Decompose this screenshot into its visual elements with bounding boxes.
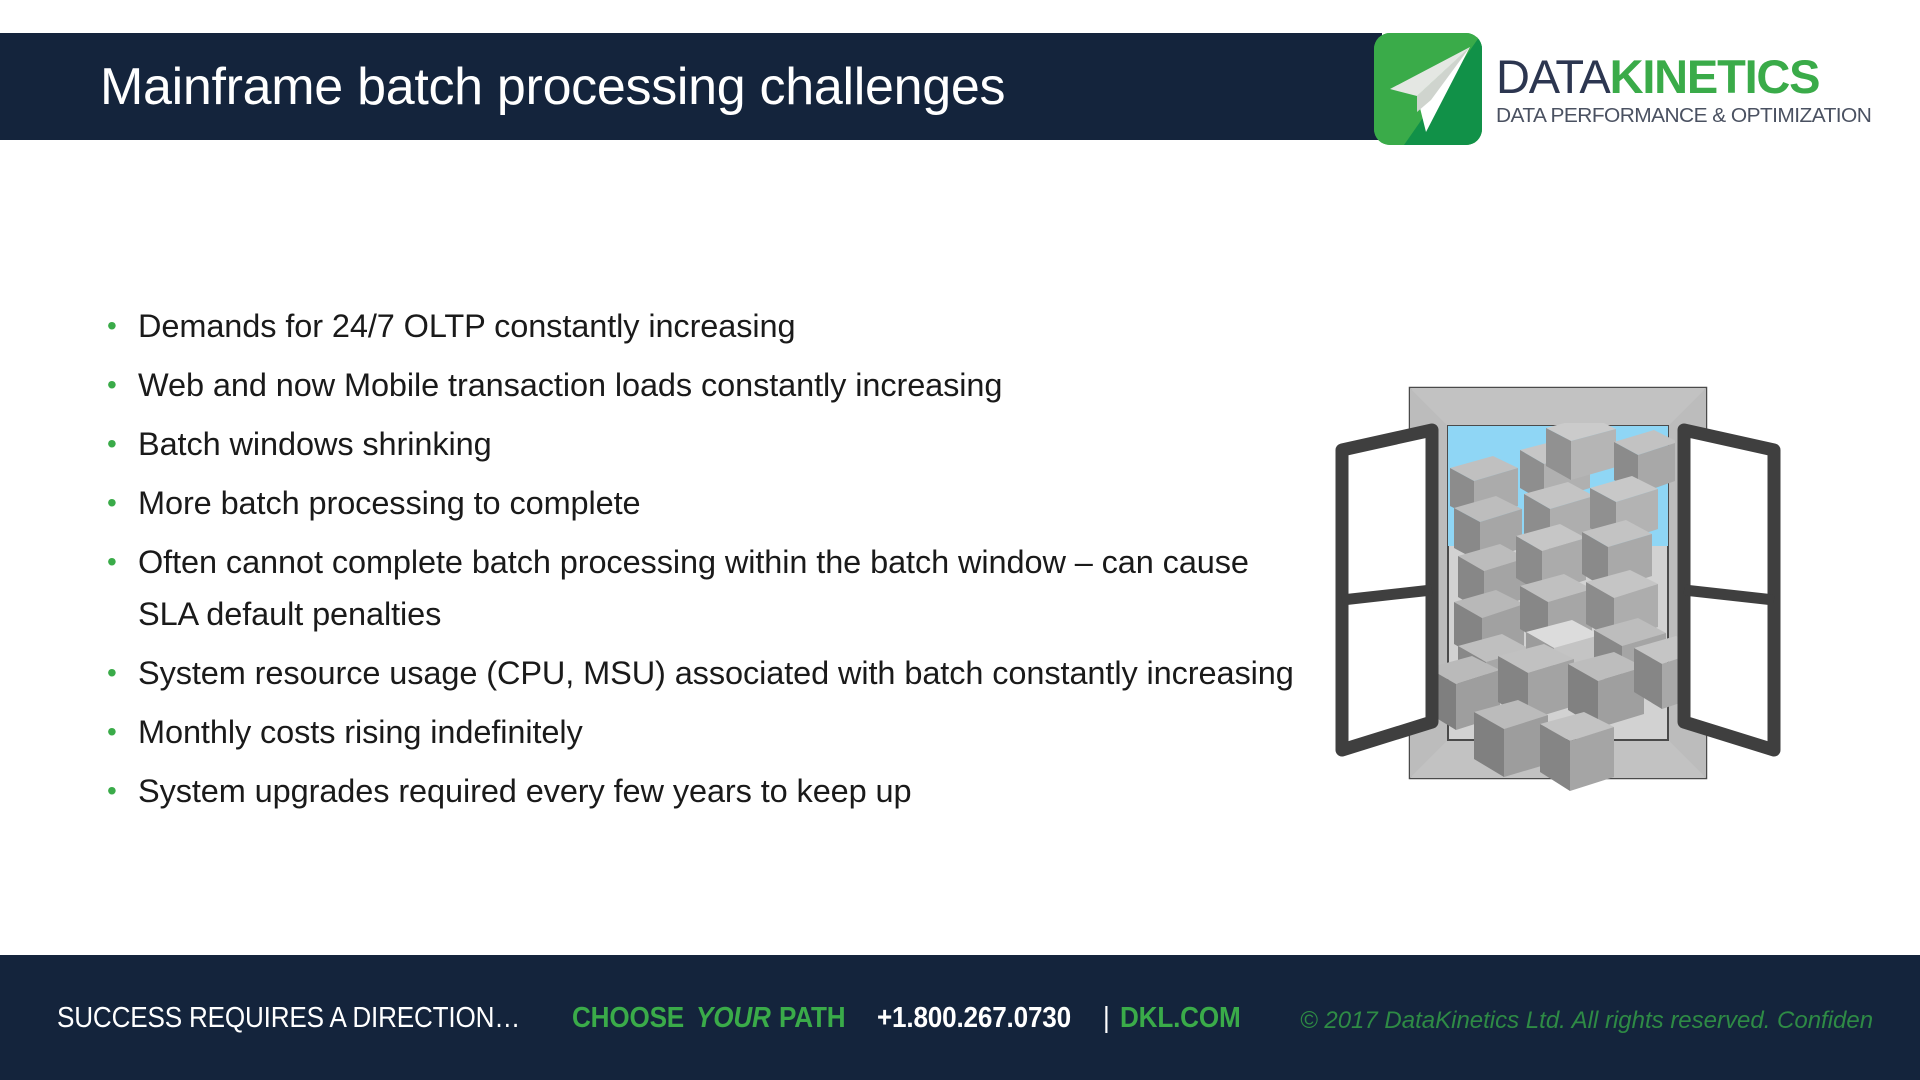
bullet-dot-icon: • (107, 310, 117, 341)
slide-canvas: Mainframe batch processing challenges DA… (0, 0, 1920, 1080)
bullet-dot-icon: • (107, 657, 117, 688)
logo-word-row: DATAKINETICS (1496, 53, 1916, 100)
brand-logo: DATAKINETICS DATA PERFORMANCE & OPTIMIZA… (1374, 33, 1920, 145)
footer-tagline: SUCCESS REQUIRES A DIRECTION… (57, 1002, 521, 1034)
logo-word-data: DATA (1496, 50, 1611, 103)
list-item-text: Batch windows shrinking (138, 426, 492, 462)
bullet-dot-icon: • (107, 716, 117, 747)
list-item: • Batch windows shrinking (100, 418, 1315, 470)
bullet-dot-icon: • (107, 775, 117, 806)
bullet-list: • Demands for 24/7 OLTP constantly incre… (100, 300, 1315, 824)
footer-phone[interactable]: +1.800.267.0730 (877, 1004, 1071, 1033)
logo-tagline: DATA PERFORMANCE & OPTIMIZATION (1496, 104, 1872, 127)
paper-plane-icon (1374, 33, 1482, 145)
footer-your: YOUR (696, 1002, 771, 1034)
open-window-blocks-illustration (1328, 368, 1788, 798)
logo-wordmark: DATAKINETICS DATA PERFORMANCE & OPTIMIZA… (1496, 53, 1916, 127)
page-title: Mainframe batch processing challenges (100, 58, 1006, 116)
list-item-text: System upgrades required every few years… (138, 773, 912, 809)
list-item: • Web and now Mobile transaction loads c… (100, 359, 1315, 411)
footer-tagline-group: SUCCESS REQUIRES A DIRECTION… CHOOSE YOU… (57, 1004, 1254, 1033)
list-item: • More batch processing to complete (100, 477, 1315, 529)
list-item: • Monthly costs rising indefinitely (100, 706, 1315, 758)
list-item-text: More batch processing to complete (138, 485, 641, 521)
bullet-dot-icon: • (107, 369, 117, 400)
bullet-dot-icon: • (107, 428, 117, 459)
copyright-notice: © 2017 DataKinetics Ltd. All rights rese… (1300, 1007, 1874, 1034)
list-item: • Demands for 24/7 OLTP constantly incre… (100, 300, 1315, 352)
bullet-dot-icon: • (107, 487, 117, 518)
list-item-text: Often cannot complete batch processing w… (138, 544, 1249, 632)
footer-path: PATH (779, 1002, 846, 1034)
footer-separator: | (1102, 1002, 1110, 1034)
list-item-text: Demands for 24/7 OLTP constantly increas… (138, 308, 796, 344)
logo-word-kinetics: KINETICS (1609, 50, 1821, 103)
list-item-text: System resource usage (CPU, MSU) associa… (138, 655, 1294, 691)
list-item: • System upgrades required every few yea… (100, 765, 1315, 817)
footer-website-link[interactable]: DKL.COM (1120, 1004, 1241, 1033)
list-item: • System resource usage (CPU, MSU) assoc… (100, 647, 1315, 699)
footer-choose: CHOOSE (571, 1002, 684, 1034)
bullet-dot-icon: • (107, 546, 117, 577)
list-item-text: Web and now Mobile transaction loads con… (138, 367, 1003, 403)
list-item: • Often cannot complete batch processing… (100, 536, 1315, 640)
list-item-text: Monthly costs rising indefinitely (138, 714, 583, 750)
